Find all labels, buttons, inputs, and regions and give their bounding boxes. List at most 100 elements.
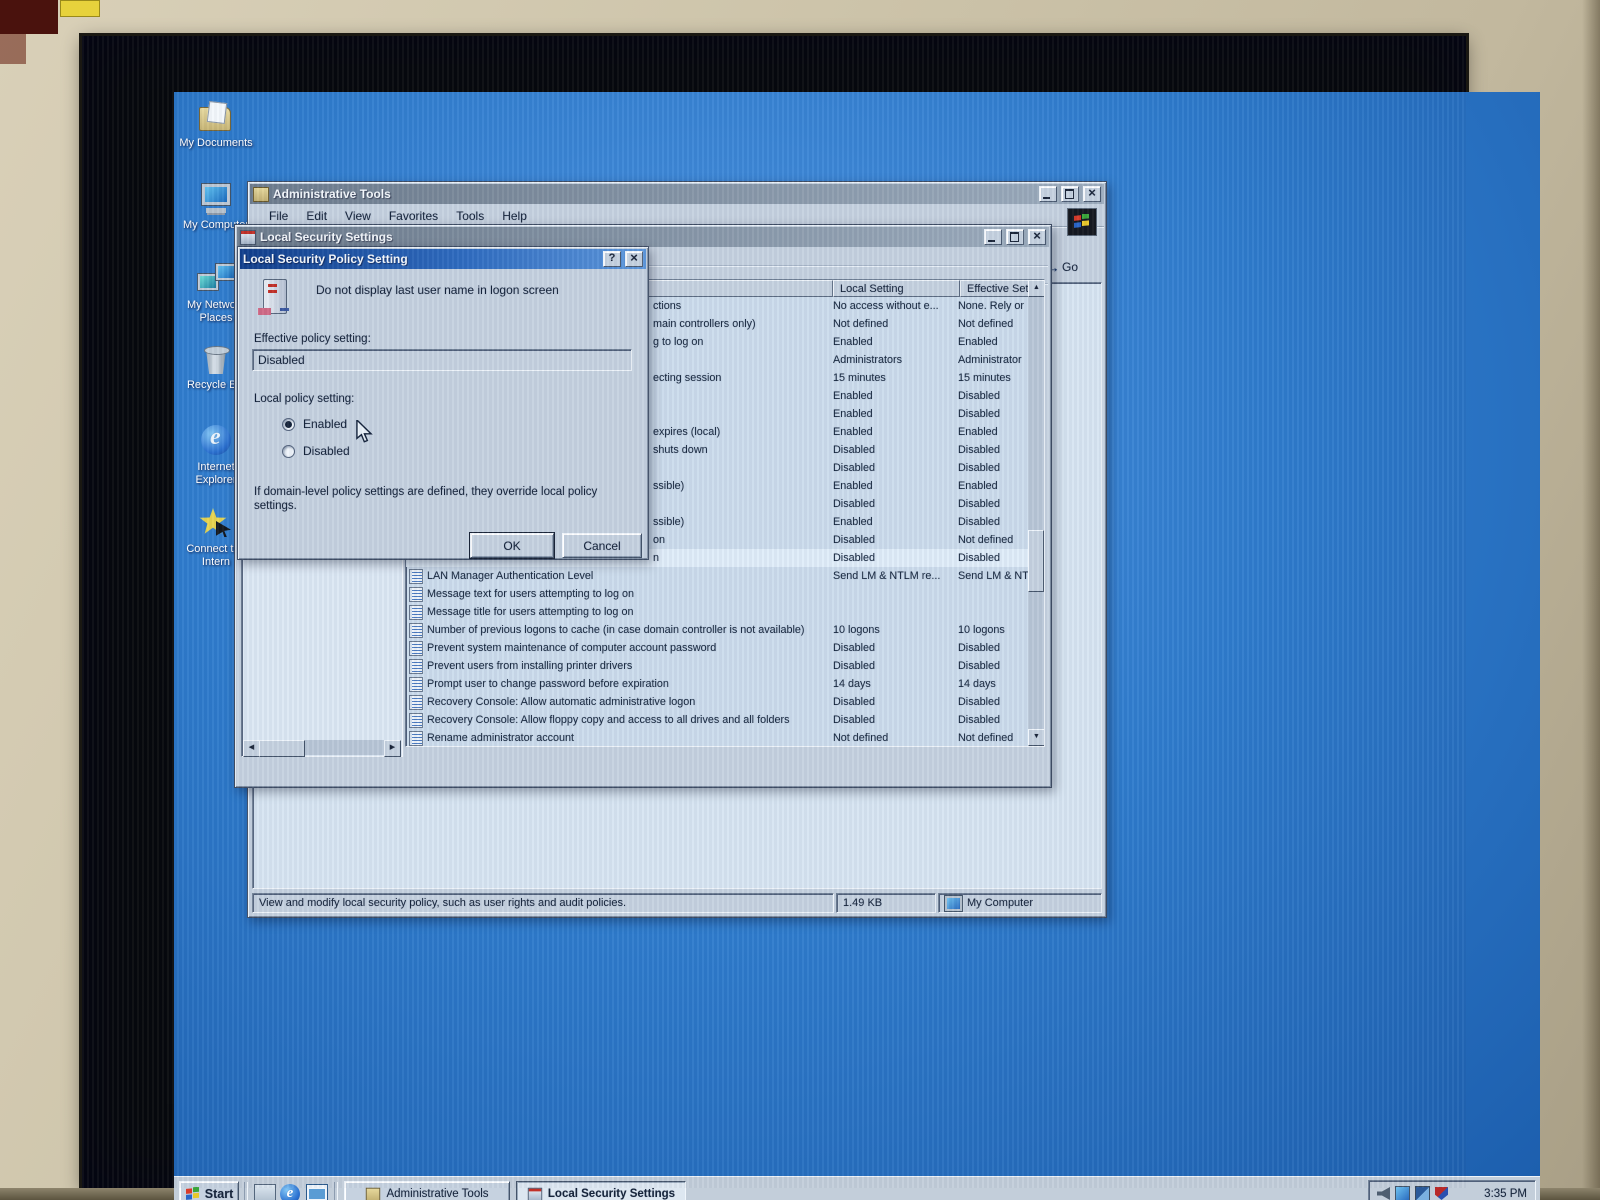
local-setting-label: Local policy setting: (254, 393, 354, 405)
policy-effective-setting: Disabled (958, 498, 1032, 510)
scroll-up-icon[interactable]: ▲ (1028, 280, 1045, 297)
policy-row[interactable]: Message text for users attempting to log… (406, 585, 1028, 603)
policy-name: Recovery Console: Allow floppy copy and … (427, 714, 833, 726)
policy-icon (409, 695, 423, 710)
ok-button[interactable]: OK (470, 533, 554, 558)
policy-effective-setting: Disabled (958, 390, 1032, 402)
column-header-effective-setting[interactable]: Effective Sett (960, 280, 1036, 297)
policy-name: Number of previous logons to cache (in c… (427, 624, 833, 636)
display-icon[interactable] (1395, 1186, 1410, 1200)
menu-item[interactable]: Edit (297, 209, 336, 223)
policy-local-setting: Enabled (833, 336, 958, 348)
admin-titlebar[interactable]: Administrative Tools (250, 184, 1104, 204)
bezel-sticker (60, 0, 100, 17)
menu-item[interactable]: View (336, 209, 380, 223)
list-vertical-scrollbar[interactable]: ▲ ▼ (1028, 280, 1044, 746)
policy-local-setting: No access without e... (833, 300, 958, 312)
volume-icon[interactable] (1377, 1187, 1390, 1200)
enabled-radio-label: Enabled (303, 417, 347, 431)
policy-icon (409, 623, 423, 638)
enabled-radio-button[interactable] (282, 418, 295, 431)
cancel-button[interactable]: Cancel (562, 533, 642, 558)
policy-row[interactable]: Number of previous logons to cache (in c… (406, 621, 1028, 639)
policy-row[interactable]: Message title for users attempting to lo… (406, 603, 1028, 621)
menu-item[interactable]: File (260, 209, 297, 223)
start-button[interactable]: Start (179, 1181, 239, 1200)
scroll-left-icon[interactable]: ◀ (243, 740, 260, 757)
mouse-cursor-icon (354, 420, 374, 449)
disabled-radio-row[interactable]: Disabled (282, 444, 350, 458)
show-desktop-icon[interactable] (254, 1184, 276, 1200)
policy-name: Prompt user to change password before ex… (427, 678, 833, 690)
policy-row[interactable]: Rename administrator account Not defined… (406, 729, 1028, 747)
help-button[interactable] (603, 251, 621, 267)
taskbar-separator (334, 1182, 338, 1200)
lss-titlebar[interactable]: Local Security Settings (237, 227, 1049, 247)
policy-row[interactable]: Prompt user to change password before ex… (406, 675, 1028, 693)
policy-local-setting: Enabled (833, 516, 958, 528)
policy-effective-setting: 14 days (958, 678, 1032, 690)
policy-row[interactable]: LAN Manager Authentication Level Send LM… (406, 567, 1028, 585)
policy-local-setting: Disabled (833, 534, 958, 546)
policy-icon (409, 587, 423, 602)
menu-item[interactable]: Help (493, 209, 536, 223)
menu-item[interactable]: Tools (447, 209, 493, 223)
status-text: View and modify local security policy, s… (252, 893, 834, 913)
policy-effective-setting: Disabled (958, 660, 1032, 672)
effective-setting-label: Effective policy setting: (254, 333, 371, 345)
windows-flag-icon (1073, 214, 1091, 230)
disabled-radio-button[interactable] (282, 445, 295, 458)
windows-flag-icon (185, 1187, 201, 1200)
minimize-button[interactable] (1039, 186, 1057, 202)
outlook-icon[interactable] (306, 1184, 328, 1200)
admin-window-title: Administrative Tools (273, 187, 1035, 201)
internet-explorer-icon[interactable]: e (280, 1184, 300, 1200)
crt-screen: My Documents My Computer My Network Plac… (82, 36, 1466, 1188)
scrollbar-thumb[interactable] (1028, 530, 1044, 592)
column-header-local-setting[interactable]: Local Setting (833, 280, 960, 297)
policy-name: Prevent users from installing printer dr… (427, 660, 833, 672)
console-icon (240, 230, 256, 245)
my-computer-icon (945, 896, 962, 911)
policy-effective-setting: Disabled (958, 408, 1032, 420)
menu-item[interactable]: Favorites (380, 209, 447, 223)
close-button[interactable] (1028, 229, 1046, 245)
shield-icon[interactable] (1435, 1187, 1448, 1200)
status-location-label: My Computer (967, 897, 1033, 909)
close-button[interactable] (625, 251, 643, 267)
dialog-titlebar[interactable]: Local Security Policy Setting (240, 249, 646, 269)
disabled-radio-label: Disabled (303, 444, 350, 458)
policy-icon (409, 677, 423, 692)
bezel-corner-shadow (0, 0, 58, 34)
maximize-button[interactable] (1006, 229, 1024, 245)
maximize-button[interactable] (1061, 186, 1079, 202)
policy-effective-setting: Enabled (958, 426, 1032, 438)
policy-dialog-icon (254, 279, 294, 319)
network-icon[interactable] (1415, 1186, 1430, 1200)
desktop-icon-my-documents[interactable]: My Documents (176, 100, 256, 150)
policy-effective-setting: Not defined (958, 732, 1032, 744)
enabled-radio-row[interactable]: Enabled (282, 417, 347, 431)
policy-row[interactable]: Recovery Console: Allow automatic admini… (406, 693, 1028, 711)
policy-name: Rename administrator account (427, 732, 833, 744)
desktop-icon-label: My Documents (176, 137, 256, 150)
policy-local-setting: Disabled (833, 696, 958, 708)
scroll-down-icon[interactable]: ▼ (1028, 729, 1045, 746)
minimize-button[interactable] (984, 229, 1002, 245)
tree-horizontal-scrollbar[interactable]: ◀ ▶ (243, 740, 401, 755)
policy-local-setting: Disabled (833, 660, 958, 672)
policy-setting-dialog: Local Security Policy Setting Do not dis… (237, 246, 649, 560)
taskbar: Start e Administrative Tools Local Secur… (174, 1176, 1540, 1200)
scrollbar-thumb[interactable] (259, 740, 305, 757)
task-button-administrative-tools[interactable]: Administrative Tools (344, 1181, 510, 1200)
policy-local-setting: Enabled (833, 426, 958, 438)
policy-icon (409, 659, 423, 674)
policy-row[interactable]: Prevent users from installing printer dr… (406, 657, 1028, 675)
policy-name: Message text for users attempting to log… (427, 588, 833, 600)
policy-row[interactable]: Recovery Console: Allow floppy copy and … (406, 711, 1028, 729)
policy-local-setting: Administrators (833, 354, 958, 366)
scroll-right-icon[interactable]: ▶ (384, 740, 401, 757)
policy-row[interactable]: Prevent system maintenance of computer a… (406, 639, 1028, 657)
task-button-local-security-settings[interactable]: Local Security Settings (516, 1181, 686, 1200)
close-button[interactable] (1083, 186, 1101, 202)
